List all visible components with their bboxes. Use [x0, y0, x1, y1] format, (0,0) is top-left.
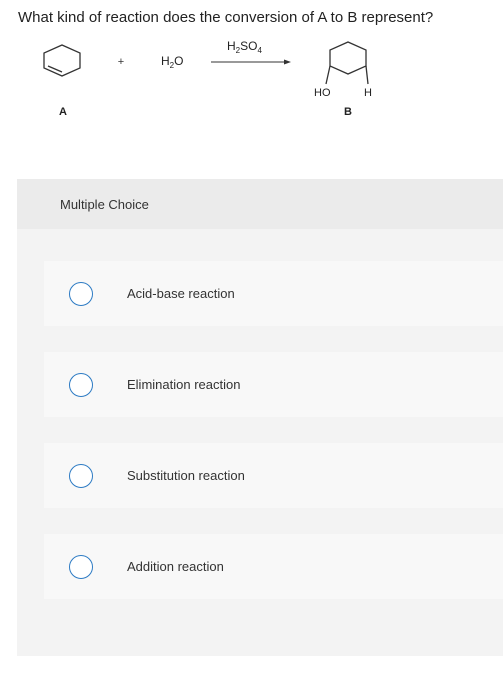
radio-button[interactable] [69, 464, 93, 488]
reagent-formula: H2SO4 [227, 39, 262, 55]
option-label: Acid-base reaction [127, 286, 235, 301]
cyclohexanol-structure [325, 41, 369, 85]
option-label: Elimination reaction [127, 377, 241, 392]
option-acid-base[interactable]: Acid-base reaction [44, 261, 503, 326]
label-a: A [59, 106, 67, 118]
water-h: H [161, 54, 170, 68]
plus-sign: + [118, 56, 124, 68]
multiple-choice-panel: Multiple Choice Acid-base reaction Elimi… [17, 179, 503, 656]
radio-button[interactable] [69, 373, 93, 397]
option-label: Addition reaction [127, 559, 224, 574]
reagent-h: H [227, 39, 236, 53]
reaction-arrow [211, 59, 291, 65]
label-b: B [344, 106, 352, 118]
option-elimination[interactable]: Elimination reaction [44, 352, 503, 417]
h-label: H [364, 87, 372, 99]
reagent-sub4: 4 [257, 46, 262, 55]
option-label: Substitution reaction [127, 468, 245, 483]
ho-label: HO [314, 87, 331, 99]
question-text: What kind of reaction does the conversio… [18, 9, 434, 26]
multiple-choice-title: Multiple Choice [60, 197, 149, 212]
multiple-choice-header: Multiple Choice [17, 179, 503, 229]
option-addition[interactable]: Addition reaction [44, 534, 503, 599]
water-o: O [174, 54, 183, 68]
radio-button[interactable] [69, 282, 93, 306]
radio-button[interactable] [69, 555, 93, 579]
water-formula: H2O [161, 54, 183, 70]
reagent-so: SO [240, 39, 257, 53]
reaction-scheme: + H2O H2SO4 HO H A B [43, 39, 372, 118]
option-substitution[interactable]: Substitution reaction [44, 443, 503, 508]
cyclohexene-structure [43, 44, 81, 77]
